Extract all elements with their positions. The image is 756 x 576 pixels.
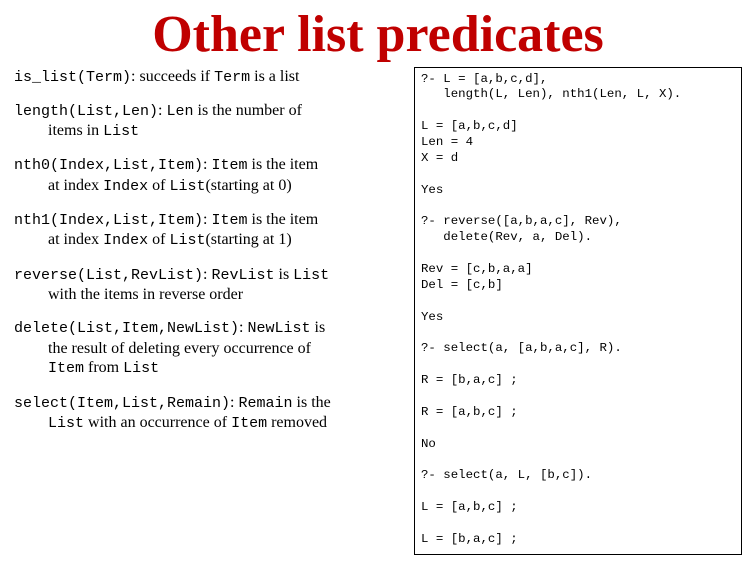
predicate-nth0: nth0(Index,List,Item): Item is the item … [14, 155, 410, 196]
desc-code: List [169, 178, 205, 195]
desc-text: is the item [248, 211, 319, 228]
content-columns: is_list(Term): succeeds if Term is a lis… [14, 67, 742, 555]
desc-text: is the number of [194, 102, 302, 119]
desc-text: is the item [248, 156, 319, 173]
desc-text: at index [48, 231, 103, 248]
desc-text: is a list [250, 68, 299, 85]
desc-code: Item [48, 360, 84, 377]
desc-line: with the items in reverse order [48, 285, 410, 305]
desc-code: Len [166, 103, 193, 120]
predicate-nth1: nth1(Index,List,Item): Item is the item … [14, 210, 410, 251]
predicate-is-list: is_list(Term): succeeds if Term is a lis… [14, 67, 410, 87]
desc-code: List [48, 415, 84, 432]
desc-text: with the items in reverse order [48, 286, 243, 303]
desc-text: is the [293, 394, 331, 411]
desc-code: Index [103, 232, 148, 249]
desc-code: Index [103, 178, 148, 195]
desc-line: at index Index of List(starting at 0) [48, 176, 410, 196]
desc-text: of [148, 177, 169, 194]
desc-text: at index [48, 177, 103, 194]
desc-text: is [275, 266, 294, 283]
desc-line: Item from List [48, 358, 410, 378]
predicate-select: select(Item,List,Remain): Remain is the … [14, 393, 410, 434]
desc-code: Term [214, 69, 250, 86]
desc-line: items in List [48, 121, 410, 141]
desc-text: (starting at 0) [205, 177, 291, 194]
desc-line: the result of deleting every occurrence … [48, 339, 410, 359]
desc-text: : succeeds if [131, 68, 214, 85]
desc-code: List [169, 232, 205, 249]
predicate-delete: delete(List,Item,NewList): NewList is th… [14, 318, 410, 378]
desc-text: : [230, 394, 238, 411]
desc-code: Remain [239, 395, 293, 412]
desc-code: NewList [248, 320, 311, 337]
predicates-column: is_list(Term): succeeds if Term is a lis… [14, 67, 410, 555]
predicate-signature: nth1(Index,List,Item) [14, 212, 203, 229]
desc-text: removed [267, 414, 327, 431]
terminal-panel: ?- L = [a,b,c,d], length(L, Len), nth1(L… [414, 67, 742, 555]
predicate-length: length(List,Len): Len is the number of i… [14, 101, 410, 142]
desc-text: items in [48, 122, 103, 139]
desc-text: of [148, 231, 169, 248]
desc-code: RevList [211, 267, 274, 284]
desc-line: List with an occurrence of Item removed [48, 413, 410, 433]
desc-code: Item [231, 415, 267, 432]
predicate-signature: select(Item,List,Remain) [14, 395, 230, 412]
desc-text: from [84, 359, 123, 376]
predicate-signature: reverse(List,RevList) [14, 267, 203, 284]
desc-code: List [123, 360, 159, 377]
predicate-signature: nth0(Index,List,Item) [14, 157, 203, 174]
desc-text: with an occurrence of [84, 414, 231, 431]
desc-code: List [293, 267, 329, 284]
slide-title: Other list predicates [14, 8, 742, 63]
desc-code: List [103, 123, 139, 140]
desc-text: the result of deleting every occurrence … [48, 340, 311, 357]
predicate-signature: delete(List,Item,NewList) [14, 320, 239, 337]
predicate-reverse: reverse(List,RevList): RevList is List w… [14, 265, 410, 305]
desc-line: at index Index of List(starting at 1) [48, 230, 410, 250]
desc-text: : [239, 319, 247, 336]
desc-code: Item [211, 212, 247, 229]
desc-text: (starting at 1) [205, 231, 291, 248]
predicate-signature: is_list(Term) [14, 69, 131, 86]
desc-code: Item [211, 157, 247, 174]
predicate-signature: length(List,Len) [14, 103, 158, 120]
desc-text: is [311, 319, 326, 336]
